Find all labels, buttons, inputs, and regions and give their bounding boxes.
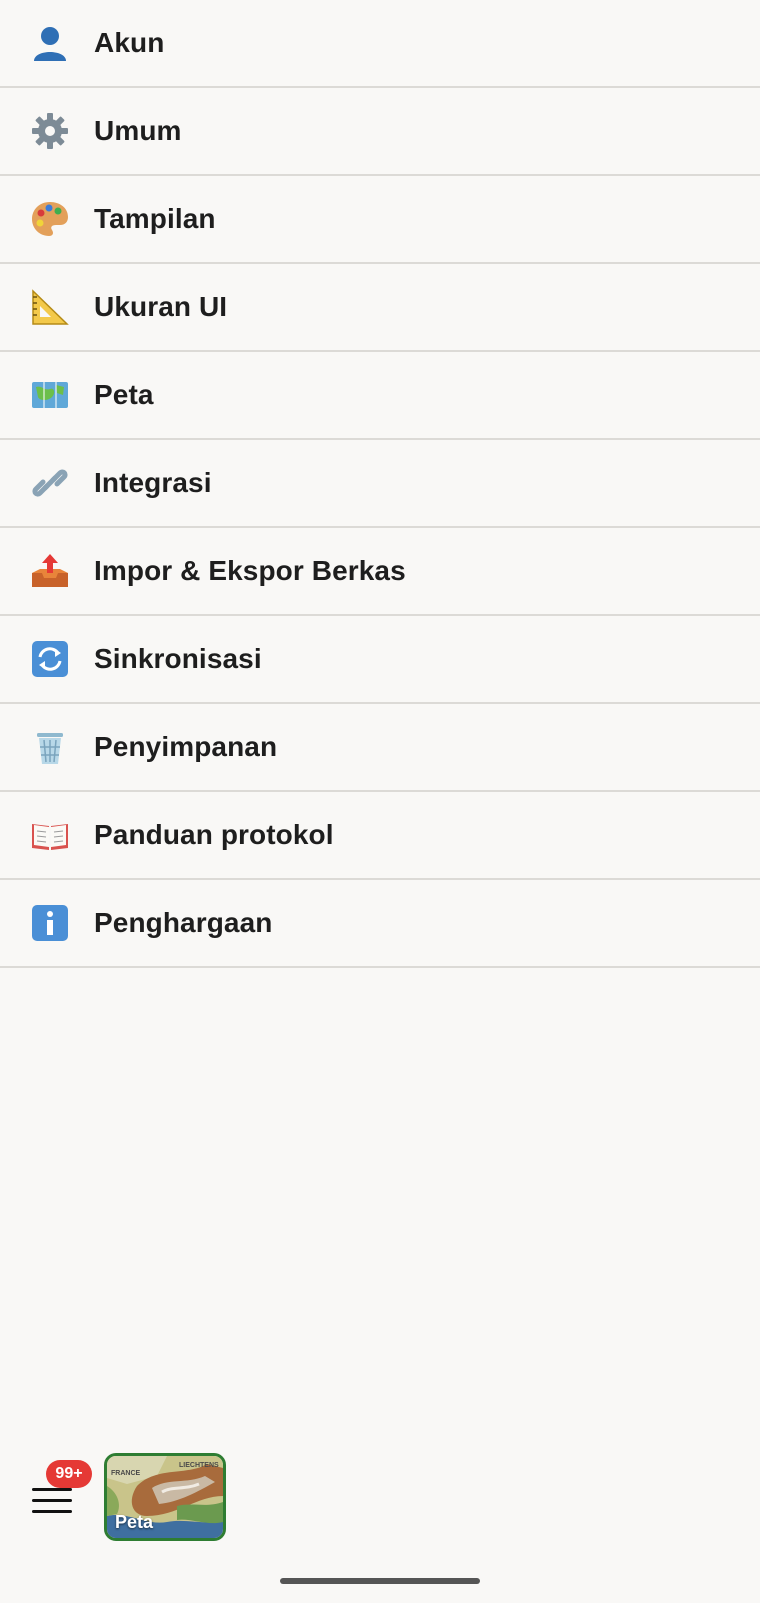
menu-item-peta[interactable]: Peta [0,352,760,440]
menu-item-umum[interactable]: Umum [0,88,760,176]
hamburger-menu-button[interactable] [30,1484,74,1518]
sync-icon [28,637,72,681]
outbox-tray-icon [28,549,72,593]
hamburger-line [32,1510,72,1513]
map-icon [28,373,72,417]
map-thumbnail-label: Peta [115,1512,154,1532]
menu-item-label: Tampilan [94,203,216,234]
gear-icon [28,109,72,153]
menu-item-label: Panduan protokol [94,819,334,850]
ruler-icon [28,285,72,329]
menu-item-label: Integrasi [94,467,212,498]
trash-icon [28,725,72,769]
menu-item-penyimpanan[interactable]: Penyimpanan [0,704,760,792]
menu-item-akun[interactable]: Akun [0,0,760,88]
menu-item-label: Penghargaan [94,907,273,938]
user-icon [28,21,72,65]
map-thumbnail-button[interactable]: FRANCE LIECHTENS Peta [104,1453,226,1541]
menu-item-tampilan[interactable]: Tampilan [0,176,760,264]
menu-item-label: Impor & Ekspor Berkas [94,555,406,586]
info-icon [28,901,72,945]
notification-badge: 99+ [46,1460,92,1488]
settings-menu: Akun Umum Tampilan Ukuran UI Peta Integr… [0,0,760,968]
menu-item-label: Umum [94,115,182,146]
menu-item-label: Sinkronisasi [94,643,262,674]
menu-item-label: Peta [94,379,154,410]
menu-item-penghargaan[interactable]: Penghargaan [0,880,760,968]
hamburger-line [32,1488,72,1491]
home-indicator[interactable] [280,1578,480,1584]
menu-item-label: Akun [94,27,165,58]
map-label-france: FRANCE [111,1470,141,1477]
menu-item-ukuran-ui[interactable]: Ukuran UI [0,264,760,352]
menu-item-impor-ekspor[interactable]: Impor & Ekspor Berkas [0,528,760,616]
map-label-liechtenstein: LIECHTENS [179,1462,219,1469]
menu-item-integrasi[interactable]: Integrasi [0,440,760,528]
menu-item-sinkronisasi[interactable]: Sinkronisasi [0,616,760,704]
menu-item-panduan-protokol[interactable]: Panduan protokol [0,792,760,880]
menu-item-label: Ukuran UI [94,291,228,322]
link-icon [28,461,72,505]
hamburger-line [32,1499,72,1502]
book-icon [28,813,72,857]
palette-icon [28,197,72,241]
menu-item-label: Penyimpanan [94,731,278,762]
